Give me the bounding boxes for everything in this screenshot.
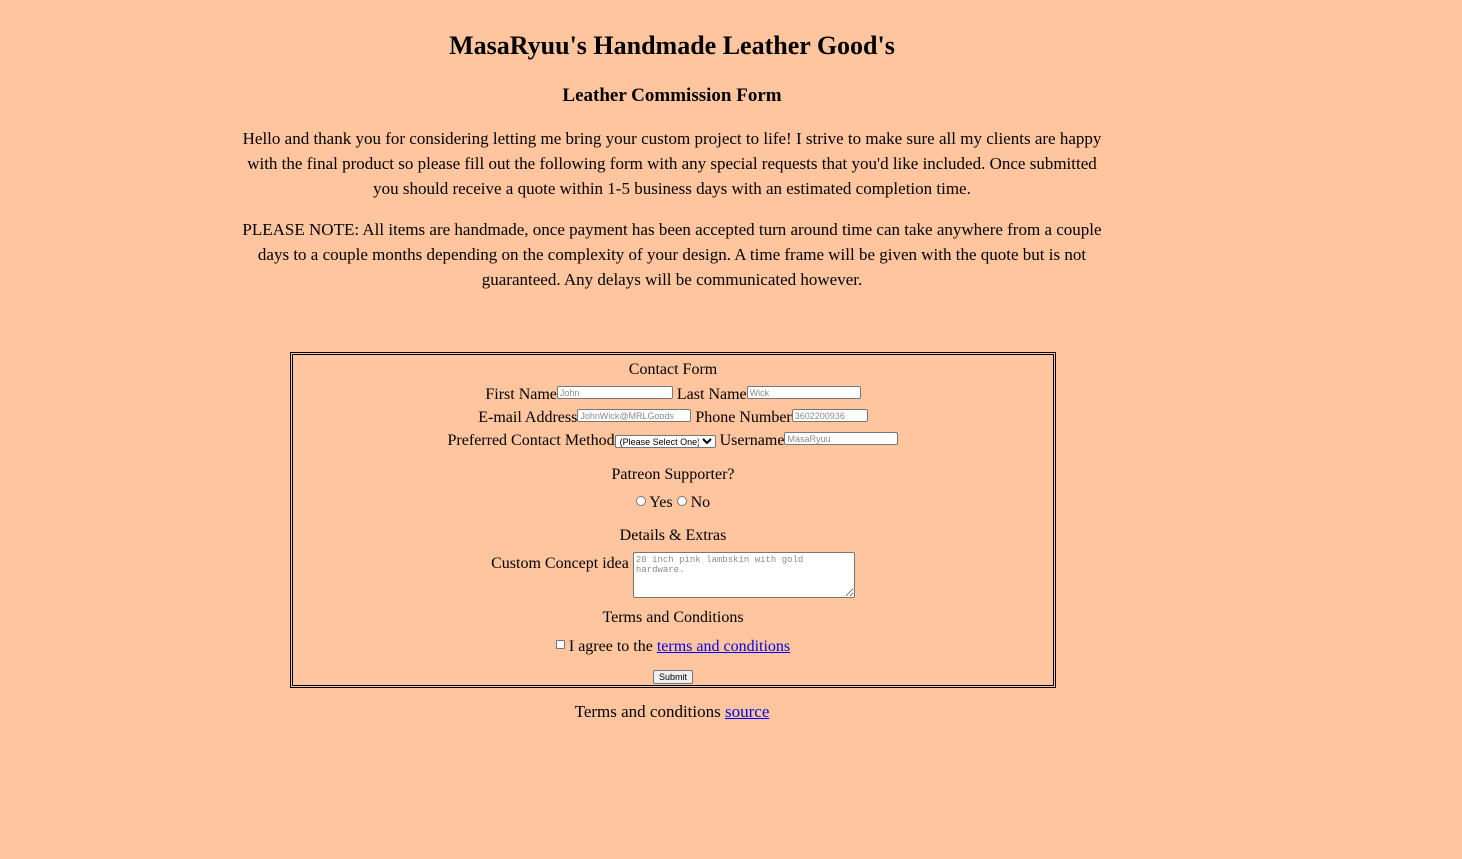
terms-link[interactable]: terms and conditions — [657, 638, 790, 655]
form-legend: Contact Form — [628, 361, 718, 378]
page-subtitle: Leather Commission Form — [562, 85, 782, 106]
footer: Terms and conditions source — [0, 702, 1344, 722]
username-input[interactable] — [784, 432, 899, 445]
first-name-label: First Name — [485, 386, 557, 403]
username-label: Username — [719, 432, 785, 449]
concept-textarea[interactable] — [632, 552, 855, 598]
patreon-no-radio[interactable] — [676, 496, 687, 506]
footer-text: Terms and conditions — [574, 702, 721, 721]
agree-row: I agree to the terms and conditions — [293, 638, 1053, 656]
phone-label: Phone Number — [695, 409, 792, 426]
name-row: First Name Last Name — [293, 386, 1053, 404]
patreon-heading: Patreon Supporter? — [611, 466, 735, 483]
details-heading: Details & Extras — [619, 527, 727, 544]
first-name-input[interactable] — [556, 386, 673, 399]
agree-text: I agree to the — [568, 638, 653, 655]
patreon-yes-radio[interactable] — [635, 496, 646, 506]
submit-button[interactable]: Submit — [652, 670, 693, 684]
phone-input[interactable] — [791, 409, 868, 422]
email-input[interactable] — [577, 409, 692, 422]
intro-paragraph: Hello and thank you for considering lett… — [242, 129, 1102, 198]
source-link[interactable]: source — [725, 702, 769, 721]
concept-label: Custom Concept idea — [491, 555, 629, 572]
patreon-no-label: No — [690, 494, 711, 511]
contact-form: Contact Form First Name Last Name E-mail… — [290, 352, 1056, 688]
note-paragraph: PLEASE NOTE: All items are handmade, onc… — [242, 220, 1102, 289]
contact-method-row: Preferred Contact Method (Please Select O… — [293, 432, 1053, 450]
terms-heading: Terms and Conditions — [602, 609, 744, 626]
email-label: E-mail Address — [478, 409, 578, 426]
email-phone-row: E-mail Address Phone Number — [293, 409, 1053, 427]
terms-checkbox[interactable] — [555, 640, 565, 649]
contact-method-select[interactable]: (Please Select One) — [614, 435, 716, 448]
last-name-label: Last Name — [676, 386, 747, 403]
concept-row: Custom Concept idea — [293, 552, 1053, 598]
patreon-yes-label: Yes — [649, 494, 673, 511]
last-name-input[interactable] — [746, 386, 861, 399]
patreon-options: Yes No — [293, 494, 1053, 512]
contact-method-label: Preferred Contact Method — [447, 432, 615, 449]
page-title: MasaRyuu's Handmade Leather Good's — [449, 31, 895, 60]
page-content: MasaRyuu's Handmade Leather Good's Leath… — [236, 30, 1108, 292]
